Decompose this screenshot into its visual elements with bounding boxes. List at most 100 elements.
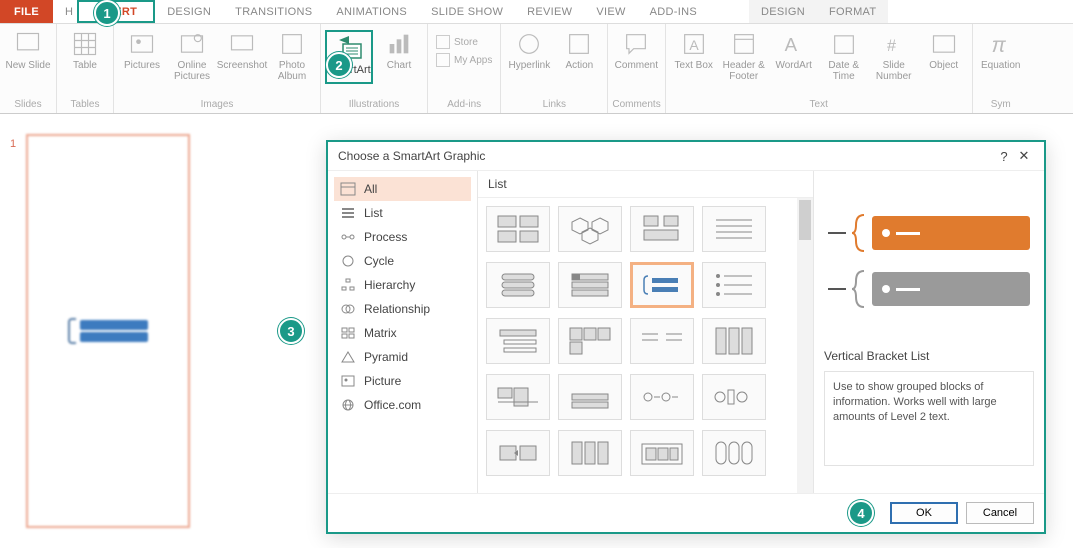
layout-vertical-picture[interactable] [702, 318, 766, 364]
layout-bullet[interactable] [702, 262, 766, 308]
table-icon [71, 30, 99, 58]
layout-tab[interactable] [558, 262, 622, 308]
tab-review[interactable]: REVIEW [515, 0, 584, 23]
table-button[interactable]: Table [61, 30, 109, 71]
online-pictures-icon [178, 30, 206, 58]
category-relationship-label: Relationship [364, 302, 430, 316]
category-picture[interactable]: Picture [334, 369, 471, 393]
dialog-help-button[interactable]: ? [994, 149, 1014, 164]
layout-grouped[interactable] [630, 430, 694, 476]
tab-transitions[interactable]: TRANSITIONS [223, 0, 324, 23]
category-pyramid[interactable]: Pyramid [334, 345, 471, 369]
callout-2: 2 [326, 52, 352, 78]
brace-icon [852, 213, 866, 253]
category-cycle-label: Cycle [364, 254, 394, 268]
category-matrix-label: Matrix [364, 326, 397, 340]
callout-3: 3 [278, 318, 304, 344]
layout-stacked[interactable] [486, 318, 550, 364]
dialog-close-button[interactable]: ✕ [1014, 148, 1034, 164]
category-process[interactable]: Process [334, 225, 471, 249]
layout-horizontal-bullet[interactable] [630, 318, 694, 364]
category-relationship[interactable]: Relationship [334, 297, 471, 321]
gallery-scrollbar[interactable] [797, 198, 813, 493]
category-picture-label: Picture [364, 374, 401, 388]
comment-icon [622, 30, 650, 58]
photo-album-button[interactable]: Photo Album [268, 30, 316, 82]
category-all[interactable]: All [334, 177, 471, 201]
preview-description: Use to show grouped blocks of informatio… [824, 371, 1034, 466]
tab-design[interactable]: DESIGN [155, 0, 223, 23]
pictures-icon [128, 30, 156, 58]
layout-hexagon[interactable] [558, 206, 622, 252]
textbox-button[interactable]: AText Box [670, 30, 718, 71]
layout-segmented[interactable] [558, 430, 622, 476]
action-label: Action [565, 60, 593, 71]
category-hierarchy[interactable]: Hierarchy [334, 273, 471, 297]
object-button[interactable]: Object [920, 30, 968, 71]
datetime-icon [830, 30, 858, 58]
layout-pie[interactable] [630, 374, 694, 420]
layout-table[interactable] [486, 430, 550, 476]
tab-contextual-format[interactable]: FORMAT [817, 0, 888, 23]
slide-thumbnail[interactable] [26, 134, 190, 528]
ok-button[interactable]: OK [890, 502, 958, 524]
group-symbols-label: Sym [977, 97, 1025, 113]
store-button[interactable]: Store [432, 34, 496, 50]
group-illustrations-label: Illustrations [325, 97, 423, 113]
equation-button[interactable]: π Equation [977, 30, 1025, 71]
layout-varying-width[interactable] [486, 374, 550, 420]
wordart-button[interactable]: AWordArt [770, 30, 818, 71]
layout-vertical-bracket-selected[interactable] [630, 262, 694, 308]
cycle-icon [340, 254, 356, 268]
tab-home-cropped[interactable]: H [53, 0, 77, 23]
layout-trapezoid[interactable] [558, 374, 622, 420]
tab-contextual-design[interactable]: DESIGN [749, 0, 817, 23]
tab-slideshow[interactable]: SLIDE SHOW [419, 0, 515, 23]
comment-button[interactable]: Comment [612, 30, 660, 71]
all-icon [340, 182, 356, 196]
layout-picture-caption[interactable] [630, 206, 694, 252]
chart-button[interactable]: Chart [375, 30, 423, 71]
layout-square[interactable] [558, 318, 622, 364]
tab-view[interactable]: VIEW [584, 0, 637, 23]
equation-label: Equation [981, 60, 1020, 71]
photo-album-label: Photo Album [268, 60, 316, 82]
category-list[interactable]: List [334, 201, 471, 225]
tab-animations[interactable]: ANIMATIONS [324, 0, 419, 23]
pictures-button[interactable]: Pictures [118, 30, 166, 71]
slidenumber-label: Slide Number [870, 60, 918, 82]
online-pictures-button[interactable]: Online Pictures [168, 30, 216, 82]
layout-lined[interactable] [702, 206, 766, 252]
table-label: Table [73, 60, 97, 71]
group-text: AText Box Header & Footer AWordArt Date … [666, 24, 973, 113]
hyperlink-button[interactable]: Hyperlink [505, 30, 553, 71]
cancel-button[interactable]: Cancel [966, 502, 1034, 524]
new-slide-button[interactable]: New Slide [4, 30, 52, 71]
screenshot-button[interactable]: Screenshot [218, 30, 266, 71]
preview-pane: Vertical Bracket List Use to show groupe… [814, 171, 1044, 493]
category-office[interactable]: Office.com [334, 393, 471, 417]
svg-text:π: π [991, 34, 1006, 57]
action-button[interactable]: Action [555, 30, 603, 71]
header-footer-button[interactable]: Header & Footer [720, 30, 768, 82]
category-matrix[interactable]: Matrix [334, 321, 471, 345]
myapps-button[interactable]: My Apps [432, 52, 496, 68]
slidenumber-button[interactable]: #Slide Number [870, 30, 918, 82]
datetime-button[interactable]: Date & Time [820, 30, 868, 82]
layout-vertical-box[interactable] [486, 262, 550, 308]
tab-addins[interactable]: ADD-INS [638, 0, 709, 23]
header-footer-icon [730, 30, 758, 58]
category-cycle[interactable]: Cycle [334, 249, 471, 273]
layout-pills[interactable] [702, 430, 766, 476]
group-symbols: π Equation Sym [973, 24, 1029, 113]
category-process-label: Process [364, 230, 407, 244]
tab-file[interactable]: FILE [0, 0, 53, 23]
preview-name: Vertical Bracket List [824, 349, 1034, 363]
online-pictures-label: Online Pictures [168, 60, 216, 82]
layout-basic-block[interactable] [486, 206, 550, 252]
object-label: Object [929, 60, 958, 71]
dialog-titlebar: Choose a SmartArt Graphic ? ✕ [328, 142, 1044, 170]
equation-icon: π [987, 30, 1015, 58]
layout-descending[interactable] [702, 374, 766, 420]
myapps-label: My Apps [454, 55, 492, 66]
